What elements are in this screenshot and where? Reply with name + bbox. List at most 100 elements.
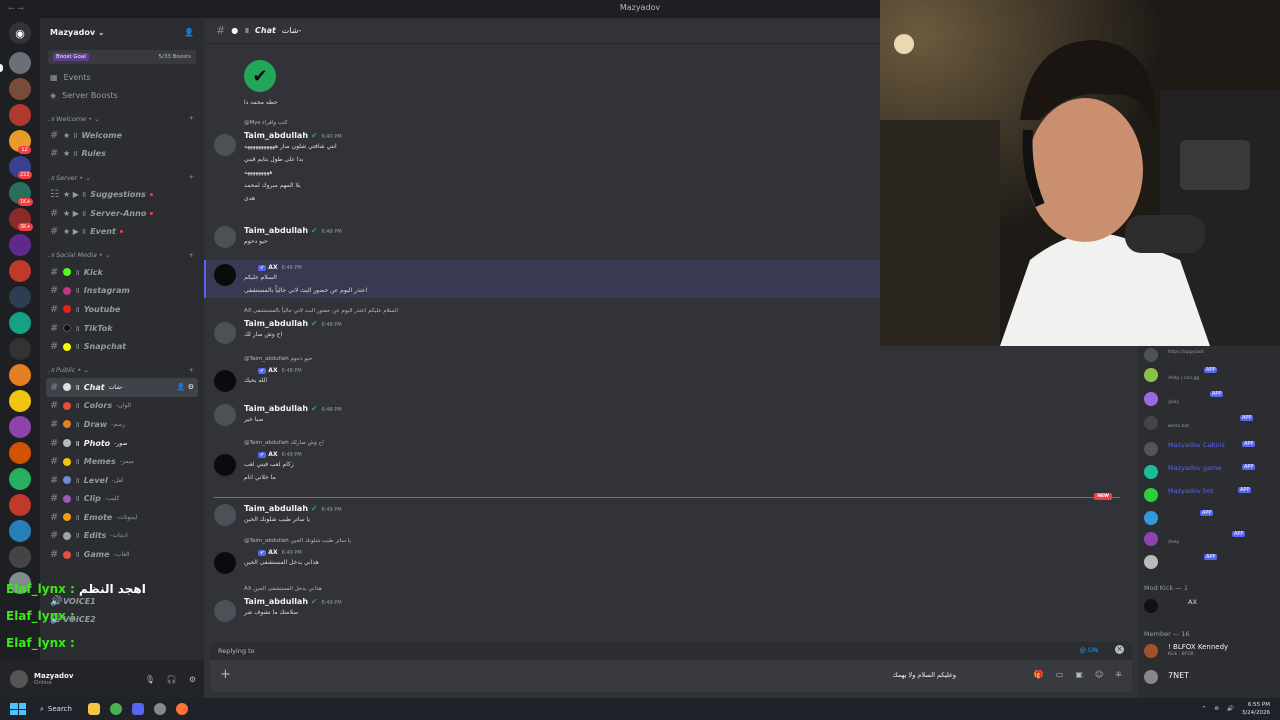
message[interactable]: @Taim_abdullah حيو دحوم ✔ AX 6:48 PM الله… — [214, 356, 1128, 392]
message[interactable]: @Taim_abdullah يا ساتر طيب شلونك الحين ✔… — [214, 538, 1128, 574]
avatar[interactable] — [214, 552, 236, 574]
reply-reference[interactable]: @Taim_abdullah يا ساتر طيب شلونك الحين — [244, 538, 1128, 549]
channel-colors[interactable]: # ॥ Colors -الوان — [46, 397, 198, 416]
server-icon[interactable] — [9, 494, 31, 516]
verified-badge-image[interactable]: ✔ — [244, 60, 276, 92]
attach-plus-icon[interactable]: + — [220, 667, 231, 682]
server-icon[interactable] — [9, 104, 31, 126]
avatar[interactable] — [214, 322, 236, 344]
server-icon[interactable] — [9, 442, 31, 464]
channel-memes[interactable]: # ॥ Memes -ميمز — [46, 452, 198, 471]
member-item[interactable]: 7NET — [1144, 668, 1276, 686]
member-item[interactable]: ! BLFOX Kennedy Kick : BFOX — [1144, 642, 1276, 660]
channel-kick[interactable]: # ॥ Kick — [46, 263, 198, 282]
events-link[interactable]: ▦ Events — [40, 68, 204, 86]
server-boosts-link[interactable]: ◈ Server Boosts — [40, 86, 204, 104]
channel-game[interactable]: # ॥ Game -العاب — [46, 545, 198, 564]
apps-icon[interactable]: ⁜ — [1115, 670, 1122, 679]
category-public[interactable]: .॥ Public • ⌄ + — [40, 362, 204, 378]
message-input[interactable]: وعليكم السلام ولا يهمك — [892, 671, 956, 679]
avatar[interactable] — [214, 504, 236, 526]
server-icon[interactable] — [9, 338, 31, 360]
member-item[interactable]: APP/help — [1144, 530, 1276, 548]
taskbar-clock[interactable]: 6:55 PM 3/24/2026 — [1242, 701, 1270, 717]
message-author[interactable]: AX — [268, 549, 277, 556]
category-server[interactable]: .॥ Server • ⌄ + — [40, 169, 204, 185]
avatar[interactable] — [214, 404, 236, 426]
gift-icon[interactable]: 🎁 — [1034, 670, 1044, 679]
server-icon[interactable] — [9, 416, 31, 438]
message-author[interactable]: AX — [268, 367, 277, 374]
mention-toggle[interactable]: @ ON — [1079, 646, 1098, 654]
gif-icon[interactable]: ▭ — [1056, 670, 1064, 679]
tray-chevron-icon[interactable]: ⌃ — [1202, 706, 1207, 712]
channel-server-anno[interactable]: # ★ ▶ ॥ Server-Anno — [46, 204, 198, 223]
category-welcome[interactable]: .॥ Welcome • ⌄ + — [40, 110, 204, 126]
avatar[interactable] — [214, 134, 236, 156]
avatar[interactable] — [214, 226, 236, 248]
message-author[interactable]: Taim_abdullah — [244, 131, 308, 140]
message-composer[interactable]: + وعليكم السلام ولا يهمك 🎁 ▭ ▣ ☺ ⁜ — [210, 660, 1132, 692]
avatar[interactable] — [214, 600, 236, 622]
add-user-icon[interactable]: 👤 — [184, 28, 194, 37]
member-item[interactable]: Mazyadov Cabins APP — [1144, 440, 1276, 458]
server-icon[interactable] — [9, 260, 31, 282]
server-icon[interactable] — [9, 78, 31, 100]
server-header[interactable]: Mazyadov ⌄ 👤 — [40, 18, 204, 46]
channel-chat[interactable]: # ॥ Chat شات- 👤 ⚙ — [46, 377, 198, 397]
member-item[interactable]: Mazyadov game APP — [1144, 463, 1276, 481]
wifi-icon[interactable]: ⊜ — [1214, 706, 1219, 712]
add-channel-icon[interactable]: + — [189, 173, 194, 181]
add-channel-icon[interactable]: + — [189, 251, 194, 259]
member-item[interactable]: APP — [1144, 553, 1276, 571]
windows-start-icon[interactable] — [10, 703, 26, 715]
add-channel-icon[interactable]: + — [189, 114, 194, 122]
member-item[interactable]: APP/help | carl.gg — [1144, 366, 1276, 384]
channel-photo[interactable]: # ॥ Photo -صور — [46, 434, 198, 453]
channel-youtube[interactable]: # ॥ Youtube — [46, 300, 198, 319]
message-author[interactable]: AX — [268, 264, 277, 271]
add-channel-icon[interactable]: + — [189, 366, 194, 374]
message-author[interactable]: Taim_abdullah — [244, 226, 308, 235]
sticker-icon[interactable]: ▣ — [1075, 670, 1083, 679]
discord-icon[interactable] — [131, 703, 144, 715]
channel-snapchat[interactable]: # ॥ Snapchat — [46, 337, 198, 356]
gear-icon[interactable]: 👤 ⚙ — [177, 383, 194, 391]
message-author[interactable]: Taim_abdullah — [244, 319, 308, 328]
discord-home-icon[interactable]: ◉ — [9, 22, 31, 44]
server-icon[interactable] — [9, 286, 31, 308]
server-icon[interactable] — [9, 390, 31, 412]
member-item[interactable]: Mazyadov bot APP — [1144, 486, 1276, 504]
avatar[interactable] — [10, 670, 28, 688]
file-explorer-icon[interactable] — [87, 703, 100, 715]
message[interactable]: @Taim_abdullah اح وش صارلك ✔ AX 6:49 PM ز… — [214, 440, 1128, 484]
message-author[interactable]: Taim_abdullah — [244, 404, 308, 413]
avatar[interactable] — [214, 264, 236, 286]
reply-reference[interactable]: AX هذاني بدخل المستشفى الحين — [244, 586, 1128, 597]
reply-reference[interactable]: @Taim_abdullah حيو دحوم — [244, 356, 1128, 367]
channel-suggestions[interactable]: ☷ ★ ▶ ॥ Suggestions — [46, 185, 198, 204]
channel-clip[interactable]: # ॥ Clip -كليب — [46, 490, 198, 509]
message-author[interactable]: AX — [268, 451, 277, 458]
channel-tiktok[interactable]: # ॥ TikTok — [46, 319, 198, 338]
channel-draw[interactable]: # ॥ Draw -رسم — [46, 415, 198, 434]
reply-reference[interactable]: @Taim_abdullah اح وش صارلك — [244, 440, 1128, 451]
member-item[interactable]: https://appy.bot — [1144, 346, 1276, 364]
server-icon[interactable] — [9, 546, 31, 568]
member-item[interactable]: APP wicks.bot — [1144, 414, 1276, 432]
server-icon[interactable] — [9, 234, 31, 256]
server-icon[interactable] — [9, 364, 31, 386]
volume-icon[interactable]: 🔊 — [1227, 706, 1234, 712]
server-icon[interactable] — [9, 312, 31, 334]
emoji-icon[interactable]: ☺ — [1095, 670, 1103, 679]
message-author[interactable]: Taim_abdullah — [244, 504, 308, 513]
member-item[interactable]: APP — [1144, 509, 1276, 527]
category-social-media[interactable]: .॥ Social Media • ⌄ + — [40, 247, 204, 263]
firefox-icon[interactable] — [175, 703, 188, 715]
server-icon[interactable] — [9, 520, 31, 542]
channel-level[interactable]: # ॥ Level -لفل — [46, 471, 198, 490]
channel-edits[interactable]: # ॥ Edits -اديتات — [46, 527, 198, 546]
chrome-icon[interactable] — [109, 703, 122, 715]
settings-gear-icon[interactable]: ⚙ — [189, 675, 196, 684]
channel-emote[interactable]: # ॥ Emote -ايموتات — [46, 508, 198, 527]
